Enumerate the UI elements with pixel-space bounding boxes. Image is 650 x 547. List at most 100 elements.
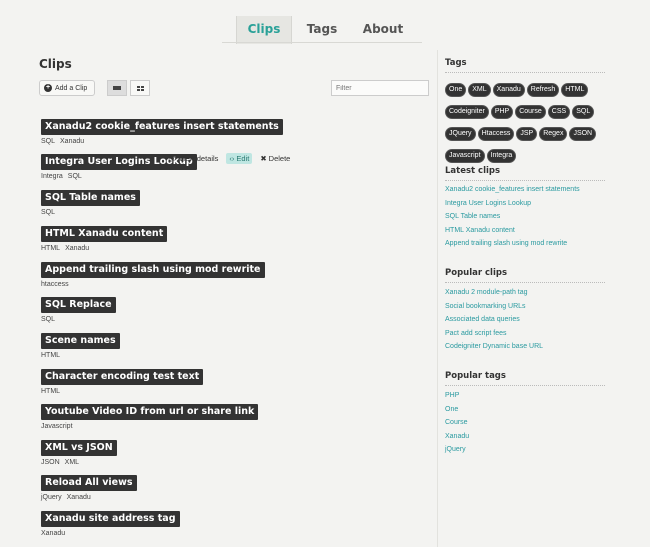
tag-pill[interactable]: JSON bbox=[569, 127, 597, 141]
clip-tags: HTML bbox=[41, 352, 120, 359]
clip-title[interactable]: Xanadu2 cookie_features insert statement… bbox=[41, 119, 283, 135]
popular-tags-list: PHP One Course Xanadu jQuery bbox=[445, 389, 469, 457]
tab-clips[interactable]: Clips bbox=[236, 16, 292, 44]
clip-tags: HTML bbox=[41, 388, 203, 395]
popular-tag-link[interactable]: jQuery bbox=[445, 443, 469, 457]
clip-tag[interactable]: SQL bbox=[68, 173, 82, 180]
add-clip-button[interactable]: + Add a Clip bbox=[39, 80, 95, 96]
delete-link[interactable]: ✖ Delete bbox=[260, 154, 290, 163]
popular-clip-link[interactable]: Xanadu 2 module-path tag bbox=[445, 286, 543, 300]
clip-tag[interactable]: htaccess bbox=[41, 281, 69, 288]
tag-pill[interactable]: Htaccess bbox=[477, 127, 515, 141]
tag-pill[interactable]: JSP bbox=[516, 127, 538, 141]
clip-title[interactable]: Character encoding test text bbox=[41, 369, 204, 385]
filter-input[interactable] bbox=[331, 80, 429, 96]
clip-title[interactable]: Xanadu site address tag bbox=[41, 511, 180, 527]
clip-title[interactable]: XML vs JSON bbox=[41, 440, 117, 456]
clip-tags: SQL bbox=[41, 209, 140, 216]
tag-pill[interactable]: One bbox=[445, 83, 467, 97]
clips-toolbar: + Add a Clip bbox=[39, 80, 429, 96]
top-nav: Clips Tags About bbox=[0, 0, 650, 44]
clip-item: SQL Replace SQL bbox=[41, 294, 116, 323]
popular-clip-link[interactable]: Pact add script fees bbox=[445, 327, 543, 341]
edit-label: Edit bbox=[236, 154, 250, 163]
view-details-link[interactable]: 👁︎ View details bbox=[167, 154, 218, 163]
clip-tag[interactable]: HTML bbox=[41, 388, 60, 395]
tab-about[interactable]: About bbox=[356, 16, 410, 44]
clip-tag[interactable]: SQL bbox=[41, 138, 55, 145]
clip-title[interactable]: Youtube Video ID from url or share link bbox=[41, 404, 259, 420]
clip-item: HTML Xanadu content HTML Xanadu bbox=[41, 223, 168, 252]
clip-tags: Integra SQL bbox=[41, 173, 341, 180]
popular-tag-link[interactable]: Xanadu bbox=[445, 430, 469, 444]
popular-clip-link[interactable]: Social bookmarking URLs bbox=[445, 300, 543, 314]
tag-pill[interactable]: Integra bbox=[486, 149, 517, 163]
clip-title[interactable]: HTML Xanadu content bbox=[41, 226, 168, 242]
tag-pill[interactable]: JQuery bbox=[445, 127, 476, 141]
edit-link[interactable]: ‹› Edit bbox=[226, 153, 253, 164]
latest-clip-link[interactable]: SQL Table names bbox=[445, 210, 580, 224]
tag-pill[interactable]: Javascript bbox=[445, 149, 485, 163]
clip-title[interactable]: SQL Table names bbox=[41, 190, 140, 206]
clip-item: XML vs JSON JSON XML bbox=[41, 437, 117, 466]
tag-pill[interactable]: Xanadu bbox=[492, 83, 525, 97]
clip-item: Scene names HTML bbox=[41, 330, 120, 359]
tag-pill[interactable]: PHP bbox=[490, 105, 514, 119]
clip-tag[interactable]: Xanadu bbox=[65, 245, 89, 252]
column-divider bbox=[437, 50, 438, 547]
delete-label: Delete bbox=[268, 154, 291, 163]
nav-underline bbox=[222, 42, 422, 43]
clip-tag[interactable]: HTML bbox=[41, 245, 60, 252]
grid-view-icon bbox=[136, 85, 144, 91]
popular-clip-link[interactable]: Associated data queries bbox=[445, 313, 543, 327]
clip-title[interactable]: Append trailing slash using mod rewrite bbox=[41, 262, 265, 278]
clip-tag[interactable]: Javascript bbox=[41, 423, 73, 430]
clip-item: Youtube Video ID from url or share link … bbox=[41, 401, 259, 430]
tag-pill[interactable]: CSS bbox=[547, 105, 571, 119]
tab-tags[interactable]: Tags bbox=[300, 16, 344, 44]
tag-pill[interactable]: Course bbox=[515, 105, 546, 119]
tag-pill[interactable]: Regex bbox=[539, 127, 568, 141]
clip-tag[interactable]: SQL bbox=[41, 316, 55, 323]
clip-item: Character encoding test text HTML bbox=[41, 366, 204, 395]
tag-pill[interactable]: XML bbox=[468, 83, 491, 97]
code-icon: ‹› bbox=[229, 154, 235, 163]
latest-clip-link[interactable]: HTML Xanadu content bbox=[445, 224, 580, 238]
clip-tag[interactable]: JSON bbox=[41, 459, 60, 466]
clip-tag[interactable]: Xanadu bbox=[67, 494, 91, 501]
clip-tag[interactable]: XML bbox=[65, 459, 79, 466]
page-title: Clips bbox=[39, 57, 72, 71]
clip-title[interactable]: Scene names bbox=[41, 333, 120, 349]
close-icon: ✖ bbox=[260, 154, 267, 163]
list-view-button[interactable] bbox=[107, 80, 127, 96]
tags-heading: Tags bbox=[445, 58, 605, 73]
clip-tag[interactable]: HTML bbox=[41, 352, 60, 359]
tag-pill[interactable]: Refresh bbox=[526, 83, 560, 97]
popular-tags-heading: Popular tags bbox=[445, 371, 605, 386]
popular-clips-heading: Popular clips bbox=[445, 268, 605, 283]
latest-clips-heading: Latest clips bbox=[445, 166, 605, 181]
tag-pill[interactable]: HTML bbox=[561, 83, 589, 97]
clip-item: Xanadu site address tag Xanadu bbox=[41, 508, 180, 537]
clip-tag[interactable]: SQL bbox=[41, 209, 55, 216]
latest-clip-link[interactable]: Append trailing slash using mod rewrite bbox=[445, 237, 580, 251]
tag-pill[interactable]: SQL bbox=[572, 105, 595, 119]
popular-tag-link[interactable]: One bbox=[445, 403, 469, 417]
popular-clip-link[interactable]: Codeigniter Dynamic base URL bbox=[445, 340, 543, 354]
clip-tags: jQuery Xanadu bbox=[41, 494, 137, 501]
clip-item: Xanadu2 cookie_features insert statement… bbox=[41, 116, 283, 145]
plus-icon: + bbox=[44, 84, 52, 92]
popular-tag-link[interactable]: Course bbox=[445, 416, 469, 430]
clip-tag[interactable]: jQuery bbox=[41, 494, 62, 501]
popular-tag-link[interactable]: PHP bbox=[445, 389, 469, 403]
grid-view-button[interactable] bbox=[130, 80, 150, 96]
clip-title[interactable]: SQL Replace bbox=[41, 297, 116, 313]
clip-title[interactable]: Reload All views bbox=[41, 475, 137, 491]
tag-pill[interactable]: Codeigniter bbox=[445, 105, 489, 119]
latest-clip-link[interactable]: Integra User Logins Lookup bbox=[445, 197, 580, 211]
clip-tag[interactable]: Xanadu bbox=[60, 138, 84, 145]
latest-clip-link[interactable]: Xanadu2 cookie_features insert statement… bbox=[445, 183, 580, 197]
tag-cloud: One XML Xanadu Refresh HTML Codeigniter PHP Co… bbox=[445, 78, 605, 166]
clip-tag[interactable]: Integra bbox=[41, 173, 63, 180]
clip-tag[interactable]: Xanadu bbox=[41, 530, 65, 537]
